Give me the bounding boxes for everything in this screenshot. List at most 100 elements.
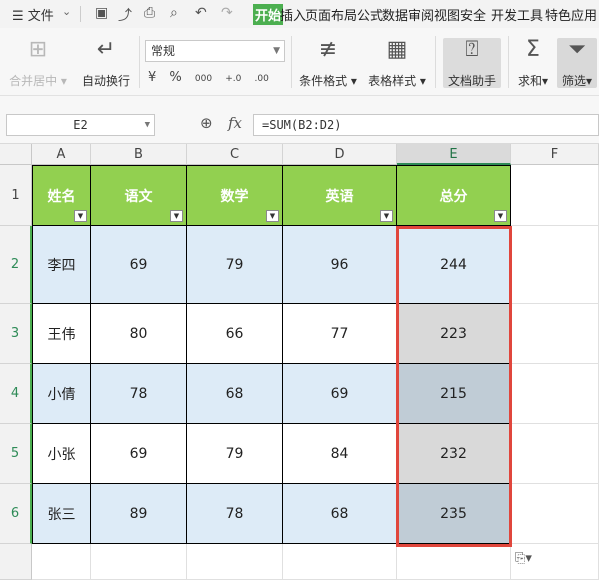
tab-home[interactable]: 开始 [253,4,284,25]
doc-assistant-icon: ⍰ [465,37,479,62]
row-header-3[interactable]: 3 [0,304,32,364]
empty-cell[interactable] [187,544,283,580]
row-header-5[interactable]: 5 [0,424,32,484]
empty-cell[interactable] [511,165,599,226]
thousands-button[interactable]: 000 [195,74,212,84]
print-preview-icon[interactable]: ⌕ [170,5,178,21]
cell-d5[interactable]: 84 [283,424,397,484]
filter-dropdown-icon[interactable]: ▼ [74,210,87,222]
header-cell-math[interactable]: 数学 ▼ [187,165,283,226]
header-cell-chinese[interactable]: 语文 ▼ [91,165,187,226]
row-header-6[interactable]: 6 [0,484,32,544]
wrap-text-button[interactable]: ↵ 自动换行 [78,36,134,89]
tab-view[interactable]: 视图 [434,5,460,24]
cell-a2[interactable]: 李四 [32,226,91,304]
row-header-2[interactable]: 2 [0,226,32,304]
tab-data[interactable]: 数据 [382,5,408,24]
redo-icon[interactable]: ↷ [221,5,233,21]
column-header-f[interactable]: F [511,144,599,165]
cell-a6[interactable]: 张三 [32,484,91,544]
row-header-4[interactable]: 4 [0,364,32,424]
empty-cell[interactable] [511,364,599,424]
cell-b3[interactable]: 80 [91,304,187,364]
empty-cell[interactable] [283,544,397,580]
save-icon[interactable]: ▣ [95,5,108,21]
header-cell-total[interactable]: 总分 ▼ [397,165,511,226]
cell-e4[interactable]: 215 [397,364,511,424]
cell-e5[interactable]: 232 [397,424,511,484]
separator [508,36,509,88]
row-header-1[interactable]: 1 [0,165,32,226]
empty-cell[interactable] [511,424,599,484]
cell-d2[interactable]: 96 [283,226,397,304]
cell-e3[interactable]: 223 [397,304,511,364]
tab-features[interactable]: 特色应用 [545,5,597,24]
empty-cell[interactable] [32,544,91,580]
function-icon[interactable]: fx [228,114,242,132]
name-box[interactable]: E2 ▼ [6,114,155,136]
conditional-format-button[interactable]: ≢ 条件格式 ▾ [298,36,358,89]
tab-developer[interactable]: 开发工具 [491,5,543,24]
undo-icon[interactable]: ↶ [195,5,207,21]
empty-cell[interactable] [91,544,187,580]
column-header-e[interactable]: E [397,144,511,165]
formula-input[interactable]: =SUM(B2:D2) [253,114,599,136]
wrap-text-label: 自动换行 [81,74,130,88]
select-all-corner[interactable] [0,144,32,165]
empty-cell[interactable] [511,304,599,364]
cell-a3[interactable]: 王伟 [32,304,91,364]
header-cell-name[interactable]: 姓名 ▼ [32,165,91,226]
cell-c6[interactable]: 78 [187,484,283,544]
cell-d4[interactable]: 69 [283,364,397,424]
decrease-decimal-button[interactable]: .00 [255,74,269,84]
tab-formulas[interactable]: 公式 [357,5,383,24]
currency-button[interactable]: ¥ [148,70,156,85]
table-style-button[interactable]: ▦ 表格样式 ▾ [367,36,427,89]
zoom-icon[interactable]: ⊕ [200,114,213,132]
cell-c3[interactable]: 66 [187,304,283,364]
filter-dropdown-icon[interactable]: ▼ [380,210,393,222]
header-cell-english[interactable]: 英语 ▼ [283,165,397,226]
filter-dropdown-icon[interactable]: ▼ [266,210,279,222]
cell-d6[interactable]: 68 [283,484,397,544]
empty-cell[interactable] [511,226,599,304]
cell-c2[interactable]: 79 [187,226,283,304]
merge-center-button[interactable]: ⊞ 合并居中 ▾ [8,36,68,89]
doc-assistant-content: ⍰ 文档助手 [443,36,501,89]
row-header-7[interactable] [0,544,32,580]
cell-b6[interactable]: 89 [91,484,187,544]
cell-a4[interactable]: 小倩 [32,364,91,424]
number-format-select[interactable]: 常规 ▼ [145,40,285,62]
empty-cell[interactable] [397,544,511,580]
spreadsheet-grid[interactable]: A B C D E F 1 2 3 4 5 6 姓名 ▼ 语文 ▼ 数学 ▼ 英语 ▼ … [0,144,599,580]
cell-b5[interactable]: 69 [91,424,187,484]
tab-insert[interactable]: 插入 [280,5,306,24]
export-icon[interactable]: ⤴ [118,5,132,25]
tab-security[interactable]: 安全 [460,5,486,24]
chevron-down-icon[interactable]: ⌄ [62,5,71,18]
tab-page-layout[interactable]: 页面布局 [305,5,357,24]
cell-b4[interactable]: 78 [91,364,187,424]
percent-button[interactable]: % [169,70,181,85]
cell-c5[interactable]: 79 [187,424,283,484]
empty-cell[interactable] [511,484,599,544]
file-menu[interactable]: ☰ 文件 [12,5,54,24]
column-header-a[interactable]: A [32,144,91,165]
tab-review[interactable]: 审阅 [408,5,434,24]
conditional-format-icon: ≢ [318,37,338,62]
column-header-b[interactable]: B [91,144,187,165]
paste-options-icon[interactable]: ⎘▾ [515,551,547,571]
cell-c4[interactable]: 68 [187,364,283,424]
sum-button[interactable]: Σ 求和▾ [513,36,553,89]
cell-e6[interactable]: 235 [397,484,511,544]
increase-decimal-button[interactable]: +.0 [225,74,241,84]
column-header-d[interactable]: D [283,144,397,165]
column-header-c[interactable]: C [187,144,283,165]
cell-d3[interactable]: 77 [283,304,397,364]
cell-b2[interactable]: 69 [91,226,187,304]
filter-dropdown-icon[interactable]: ▼ [494,210,507,222]
cell-e2[interactable]: 244 [397,226,511,304]
print-icon[interactable]: ⎙ [144,5,155,21]
cell-a5[interactable]: 小张 [32,424,91,484]
filter-dropdown-icon[interactable]: ▼ [170,210,183,222]
